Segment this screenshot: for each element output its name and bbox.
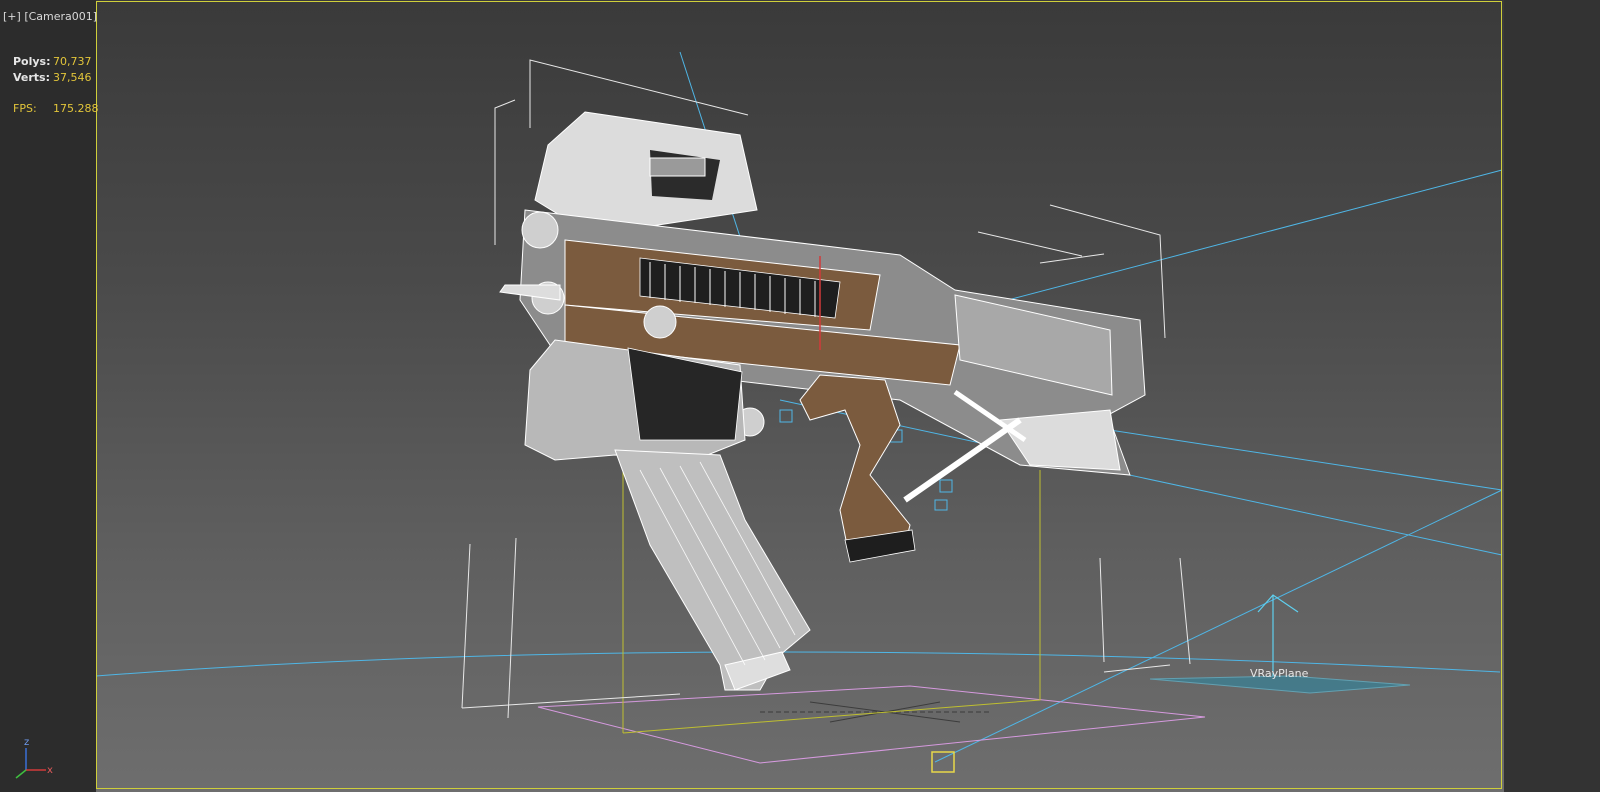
viewport-menu-button[interactable]: [+] (3, 10, 21, 23)
verts-label: Verts: (13, 71, 51, 84)
scene-render[interactable]: z x (0, 0, 1600, 792)
fps-value: 175.288 (53, 102, 99, 115)
weapon-model[interactable] (499, 111, 1146, 691)
verts-row: Verts: 37,546 (13, 70, 99, 86)
polys-value: 70,737 (53, 55, 92, 68)
axis-z-label: z (24, 737, 29, 748)
vray-plane-label: VRayPlane (1250, 667, 1309, 680)
vray-light-helpers (95, 51, 1503, 763)
verts-value: 37,546 (53, 71, 92, 84)
ground-plane (537, 685, 1206, 764)
viewport-label: [+] [Camera001] (3, 10, 97, 23)
polys-row: Polys: 70,737 (13, 54, 99, 70)
viewport-camera-label[interactable]: [Camera001] (24, 10, 97, 23)
polys-label: Polys: (13, 55, 51, 68)
fps-label: FPS: (13, 102, 37, 115)
fps-row: FPS: 175.288 (13, 101, 99, 117)
axis-tripod: z x (15, 737, 53, 779)
viewport-statistics: Polys: 70,737 Verts: 37,546 FPS: 175.288 (13, 54, 99, 117)
axis-x-label: x (47, 765, 53, 776)
camera-viewport[interactable]: z x [+] [Camera001] Polys: 70,737 Verts:… (0, 0, 1600, 792)
